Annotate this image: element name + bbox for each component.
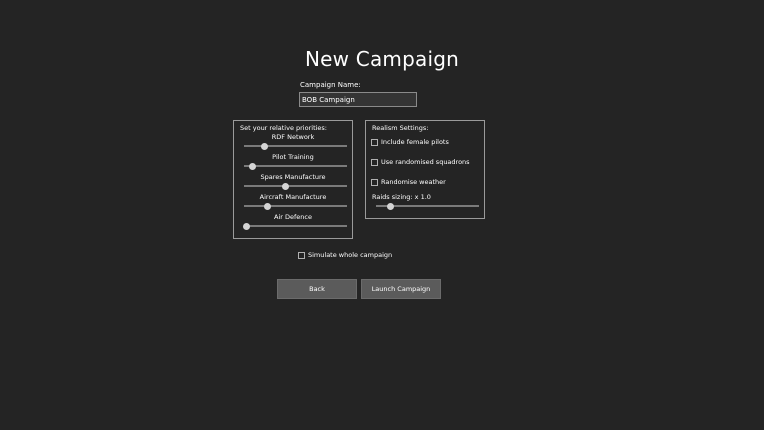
- randomise-weather-option[interactable]: Randomise weather: [371, 177, 446, 187]
- campaign-name-label: Campaign Name:: [300, 81, 361, 89]
- include-female-pilots-label: Include female pilots: [381, 138, 449, 146]
- spares-manufacture-slider[interactable]: [244, 182, 347, 190]
- include-female-pilots-checkbox[interactable]: [371, 138, 378, 146]
- raids-sizing-slider[interactable]: [376, 202, 479, 210]
- pilot-training-slider-thumb[interactable]: [248, 162, 256, 170]
- simulate-whole-campaign-option[interactable]: Simulate whole campaign: [298, 250, 392, 260]
- new-campaign-screen: New Campaign Campaign Name: Set your rel…: [0, 0, 764, 430]
- air-defence-slider[interactable]: [242, 222, 347, 230]
- randomise-weather-checkbox[interactable]: [371, 178, 378, 186]
- raids-sizing-label: Raids sizing: x 1.0: [372, 193, 431, 201]
- realism-panel: Realism Settings: Include female pilots …: [365, 120, 485, 219]
- air-defence-label: Air Defence: [274, 213, 312, 221]
- rdf-network-slider[interactable]: [244, 142, 347, 150]
- use-randomised-squadrons-checkbox[interactable]: [371, 158, 378, 166]
- aircraft-manufacture-slider-thumb[interactable]: [264, 202, 272, 210]
- aircraft-manufacture-label: Aircraft Manufacture: [259, 193, 327, 201]
- use-randomised-squadrons-label: Use randomised squadrons: [381, 158, 470, 166]
- randomise-weather-label: Randomise weather: [381, 178, 446, 186]
- aircraft-manufacture-slider[interactable]: [244, 202, 347, 210]
- priorities-panel: Set your relative priorities: RDF Networ…: [233, 120, 353, 239]
- page-title: New Campaign: [305, 47, 459, 71]
- rdf-network-slider-thumb[interactable]: [261, 142, 269, 150]
- launch-campaign-button[interactable]: Launch Campaign: [361, 279, 441, 299]
- spares-manufacture-label: Spares Manufacture: [260, 173, 326, 181]
- back-button[interactable]: Back: [277, 279, 357, 299]
- priorities-heading: Set your relative priorities:: [240, 124, 327, 132]
- rdf-network-label: RDF Network: [271, 133, 315, 141]
- pilot-training-label: Pilot Training: [272, 153, 314, 161]
- raids-sizing-slider-thumb[interactable]: [386, 202, 394, 210]
- campaign-name-input[interactable]: [299, 92, 417, 107]
- air-defence-slider-thumb[interactable]: [242, 222, 250, 230]
- pilot-training-slider[interactable]: [244, 162, 347, 170]
- use-randomised-squadrons-option[interactable]: Use randomised squadrons: [371, 157, 470, 167]
- simulate-whole-campaign-checkbox[interactable]: [298, 251, 305, 259]
- spares-manufacture-slider-thumb[interactable]: [281, 182, 289, 190]
- include-female-pilots-option[interactable]: Include female pilots: [371, 137, 449, 147]
- simulate-whole-campaign-label: Simulate whole campaign: [308, 251, 393, 259]
- realism-heading: Realism Settings:: [372, 124, 429, 132]
